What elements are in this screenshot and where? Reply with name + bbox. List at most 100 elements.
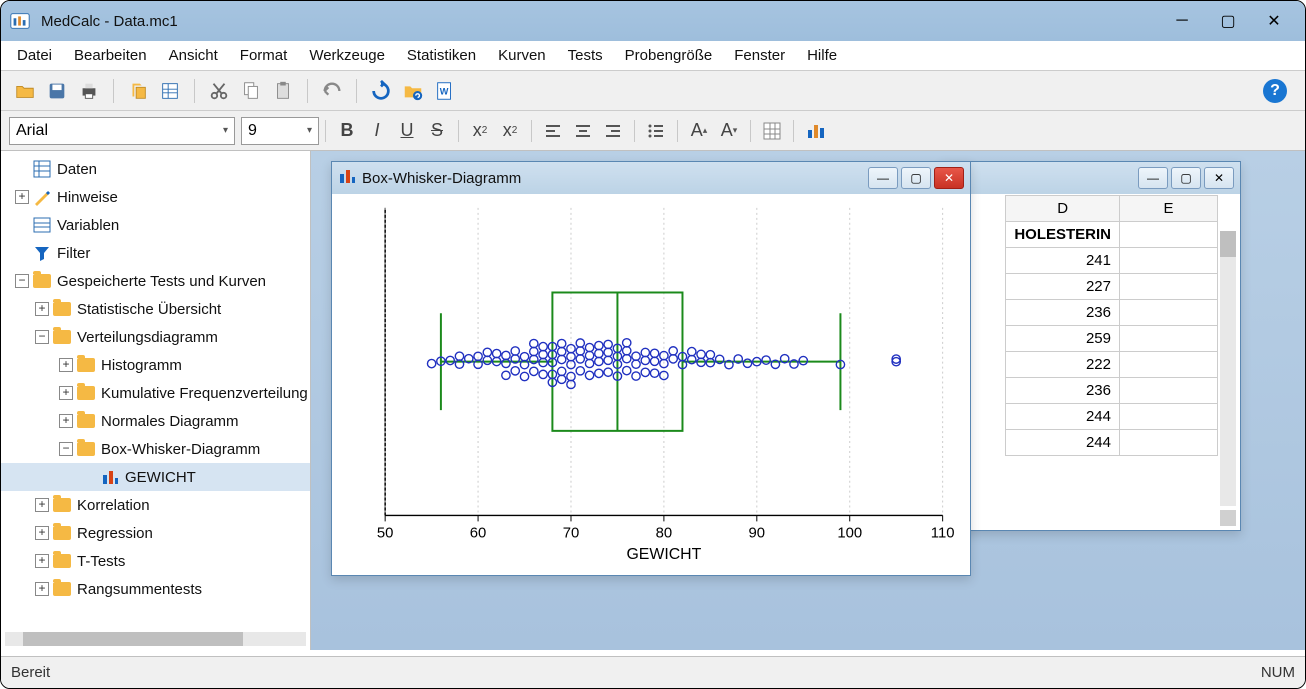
grid-cell[interactable]: 227 xyxy=(1006,274,1120,300)
status-text: Bereit xyxy=(11,664,50,681)
grid-cell[interactable] xyxy=(1120,326,1218,352)
svg-text:70: 70 xyxy=(563,525,580,541)
bullet-list-button[interactable] xyxy=(641,116,671,146)
chart-window-close[interactable]: ✕ xyxy=(934,167,964,189)
data-window[interactable]: — ▢ ✕ DE HOLESTERIN 241 227 236 259 222 … xyxy=(941,161,1241,531)
align-left-button[interactable] xyxy=(538,116,568,146)
chart-button[interactable] xyxy=(800,116,830,146)
underline-button[interactable]: U xyxy=(392,116,422,146)
cut-icon[interactable] xyxy=(205,77,233,105)
chart-window-title: Box-Whisker-Diagramm xyxy=(362,170,521,187)
menu-werkzeuge[interactable]: Werkzeuge xyxy=(299,43,395,68)
menu-bearbeiten[interactable]: Bearbeiten xyxy=(64,43,157,68)
grid-cell[interactable] xyxy=(1120,222,1218,248)
grid-cell[interactable] xyxy=(1120,274,1218,300)
grid-resize-grip[interactable] xyxy=(1220,510,1236,526)
italic-button[interactable]: I xyxy=(362,116,392,146)
grid-cell[interactable]: 236 xyxy=(1006,300,1120,326)
tree-item-boxwhisker[interactable]: −Box-Whisker-Diagramm xyxy=(1,435,310,463)
subscript-button[interactable]: x2 xyxy=(465,116,495,146)
grid-cell[interactable]: 222 xyxy=(1006,352,1120,378)
col-header-d[interactable]: D xyxy=(1006,196,1120,222)
svg-text:GEWICHT: GEWICHT xyxy=(626,546,701,563)
grid-vscrollbar[interactable] xyxy=(1220,231,1236,506)
tree-item-kumulative[interactable]: +Kumulative Frequenzverteilung xyxy=(1,379,310,407)
menu-kurven[interactable]: Kurven xyxy=(488,43,556,68)
copy-sheet-icon[interactable] xyxy=(124,77,152,105)
data-window-maximize[interactable]: ▢ xyxy=(1171,167,1201,189)
tree-item-normales[interactable]: +Normales Diagramm xyxy=(1,407,310,435)
increase-font-button[interactable]: A▴ xyxy=(684,116,714,146)
help-icon[interactable]: ? xyxy=(1263,79,1287,103)
menu-format[interactable]: Format xyxy=(230,43,298,68)
menu-ansicht[interactable]: Ansicht xyxy=(159,43,228,68)
refresh-icon[interactable] xyxy=(367,77,395,105)
data-window-titlebar[interactable]: — ▢ ✕ xyxy=(942,162,1240,194)
data-window-close[interactable]: ✕ xyxy=(1204,167,1234,189)
grid-cell[interactable] xyxy=(1120,352,1218,378)
font-size-combo[interactable]: 9▾ xyxy=(241,117,319,145)
save-icon[interactable] xyxy=(43,77,71,105)
chart-window-maximize[interactable]: ▢ xyxy=(901,167,931,189)
grid-cell[interactable] xyxy=(1120,300,1218,326)
svg-text:90: 90 xyxy=(749,525,766,541)
menubar: Datei Bearbeiten Ansicht Format Werkzeug… xyxy=(1,41,1305,71)
open-icon[interactable] xyxy=(11,77,39,105)
minimize-button[interactable]: ─ xyxy=(1159,7,1205,35)
col-header-e[interactable]: E xyxy=(1120,196,1218,222)
tree-item-histogramm[interactable]: +Histogramm xyxy=(1,351,310,379)
grid-cell[interactable]: 244 xyxy=(1006,404,1120,430)
print-icon[interactable] xyxy=(75,77,103,105)
menu-statistiken[interactable]: Statistiken xyxy=(397,43,486,68)
grid-cell[interactable]: HOLESTERIN xyxy=(1006,222,1120,248)
refresh-folder-icon[interactable] xyxy=(399,77,427,105)
table-button[interactable] xyxy=(757,116,787,146)
close-button[interactable]: ✕ xyxy=(1251,7,1297,35)
tree-item-gewicht[interactable]: GEWICHT xyxy=(1,463,310,491)
superscript-button[interactable]: x2 xyxy=(495,116,525,146)
grid-cell[interactable] xyxy=(1120,248,1218,274)
tree-item-hinweise[interactable]: +Hinweise xyxy=(1,183,310,211)
grid-cell[interactable]: 244 xyxy=(1006,430,1120,456)
grid-cell[interactable] xyxy=(1120,378,1218,404)
grid-cell[interactable]: 259 xyxy=(1006,326,1120,352)
tree-item-verteilung[interactable]: −Verteilungsdiagramm xyxy=(1,323,310,351)
sidebar-hscrollbar[interactable] xyxy=(5,632,306,646)
tree-item-regression[interactable]: +Regression xyxy=(1,519,310,547)
tree-item-korrelation[interactable]: +Korrelation xyxy=(1,491,310,519)
font-family-combo[interactable]: Arial▾ xyxy=(9,117,235,145)
data-grid[interactable]: DE HOLESTERIN 241 227 236 259 222 236 24… xyxy=(942,195,1240,530)
tree-item-filter[interactable]: Filter xyxy=(1,239,310,267)
copy-icon[interactable] xyxy=(237,77,265,105)
chart-window[interactable]: Box-Whisker-Diagramm — ▢ ✕ 5060708090100… xyxy=(331,161,971,576)
menu-fenster[interactable]: Fenster xyxy=(724,43,795,68)
decrease-font-button[interactable]: A▾ xyxy=(714,116,744,146)
data-window-minimize[interactable]: — xyxy=(1138,167,1168,189)
menu-tests[interactable]: Tests xyxy=(558,43,613,68)
strike-button[interactable]: S xyxy=(422,116,452,146)
chart-window-minimize[interactable]: — xyxy=(868,167,898,189)
tree-item-gespeicherte[interactable]: −Gespeicherte Tests und Kurven xyxy=(1,267,310,295)
menu-hilfe[interactable]: Hilfe xyxy=(797,43,847,68)
tree-item-rangsummen[interactable]: +Rangsummentests xyxy=(1,575,310,603)
undo-icon[interactable] xyxy=(318,77,346,105)
tree-item-daten[interactable]: Daten xyxy=(1,155,310,183)
menu-probengroesse[interactable]: Probengröße xyxy=(615,43,723,68)
chart-window-titlebar[interactable]: Box-Whisker-Diagramm — ▢ ✕ xyxy=(332,162,970,194)
align-right-button[interactable] xyxy=(598,116,628,146)
maximize-button[interactable]: ▢ xyxy=(1205,7,1251,35)
tree-item-statistische[interactable]: +Statistische Übersicht xyxy=(1,295,310,323)
grid-cell[interactable] xyxy=(1120,430,1218,456)
new-sheet-icon[interactable] xyxy=(156,77,184,105)
svg-text:80: 80 xyxy=(656,525,673,541)
export-word-icon[interactable]: W xyxy=(431,77,459,105)
tree-item-ttests[interactable]: +T-Tests xyxy=(1,547,310,575)
align-center-button[interactable] xyxy=(568,116,598,146)
grid-cell[interactable]: 241 xyxy=(1006,248,1120,274)
tree-item-variablen[interactable]: Variablen xyxy=(1,211,310,239)
grid-cell[interactable] xyxy=(1120,404,1218,430)
grid-cell[interactable]: 236 xyxy=(1006,378,1120,404)
menu-datei[interactable]: Datei xyxy=(7,43,62,68)
bold-button[interactable]: B xyxy=(332,116,362,146)
paste-icon[interactable] xyxy=(269,77,297,105)
